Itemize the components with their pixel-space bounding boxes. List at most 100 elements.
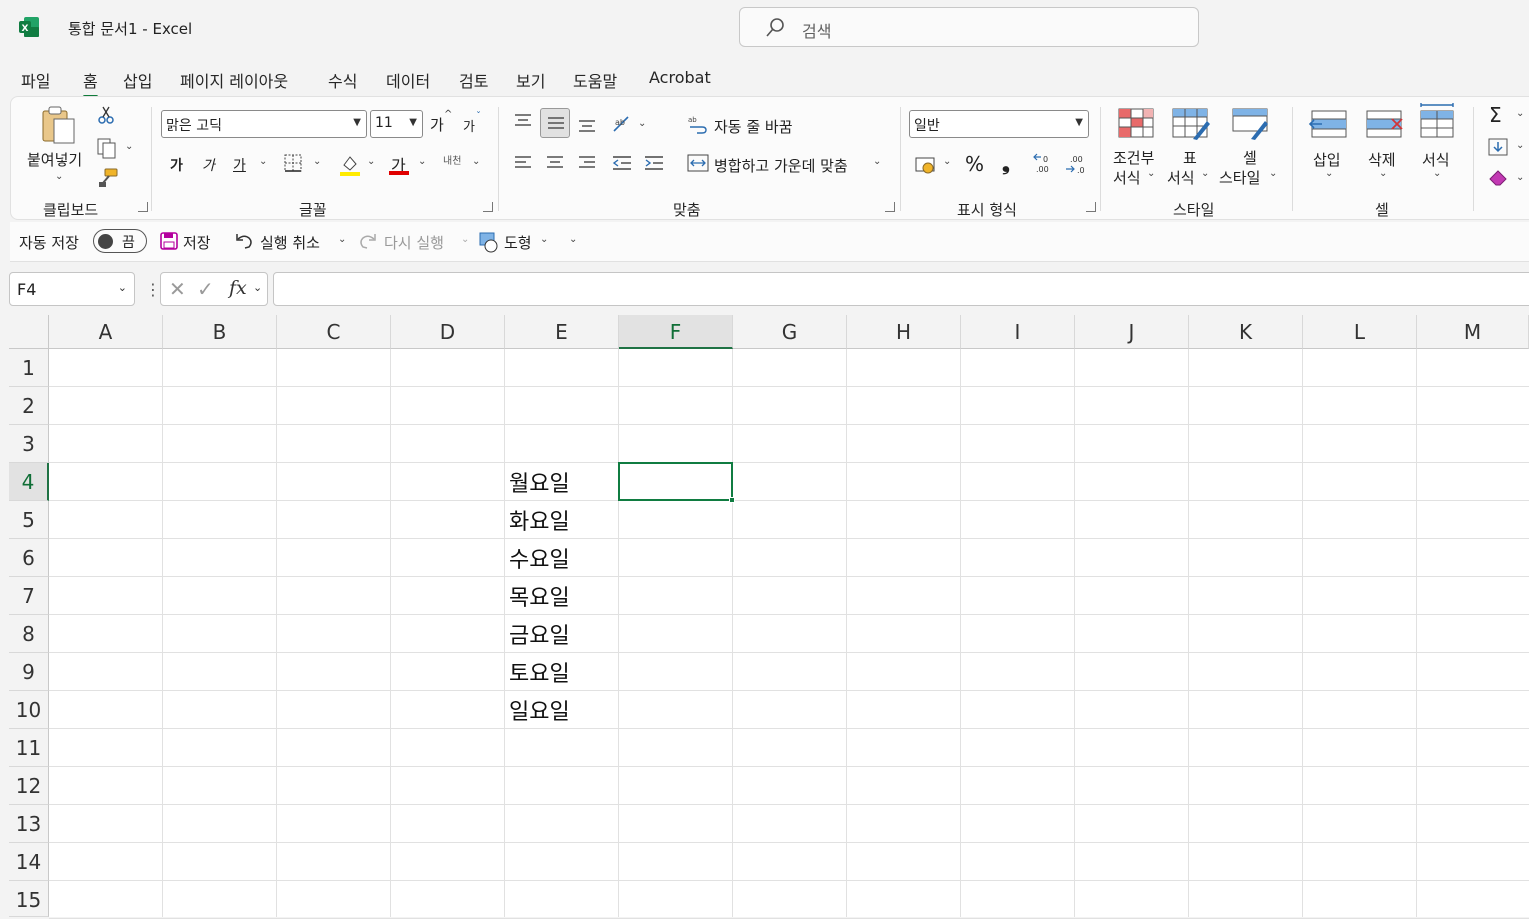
fill-icon[interactable] [1487, 137, 1509, 157]
undo-chevron-icon[interactable]: ⌄ [338, 234, 346, 245]
column-header-e[interactable]: E [505, 315, 619, 349]
save-icon[interactable] [160, 232, 178, 250]
cell-e10[interactable]: 일요일 [509, 694, 570, 726]
fill-color-icon[interactable] [339, 153, 361, 177]
fill-color-chevron-icon[interactable]: ⌄ [367, 156, 375, 167]
format-as-table-label-2[interactable]: 서식 [1167, 167, 1195, 188]
column-header-m[interactable]: M [1417, 315, 1529, 349]
align-right-icon[interactable] [577, 155, 597, 171]
tab-data[interactable]: 데이터 [386, 68, 430, 92]
autosum-chevron-icon[interactable]: ⌄ [1516, 108, 1524, 119]
row-header-4[interactable]: 4 [9, 463, 49, 501]
cell-styles-label-2[interactable]: 스타일 [1219, 167, 1260, 188]
format-cells-button[interactable]: 서식 [1422, 149, 1450, 170]
column-header-l[interactable]: L [1303, 315, 1417, 349]
accounting-format-icon[interactable] [915, 155, 937, 175]
italic-button[interactable]: 가 [202, 155, 215, 175]
tab-review[interactable]: 검토 [459, 68, 488, 92]
insert-cells-icon[interactable] [1308, 109, 1350, 139]
clear-chevron-icon[interactable]: ⌄ [1516, 172, 1524, 183]
font-size-select[interactable]: 11 ▼ [370, 110, 423, 138]
copy-chevron-icon[interactable]: ⌄ [125, 141, 133, 152]
name-box[interactable]: F4 ⌄ [9, 272, 135, 306]
align-middle-button[interactable] [540, 108, 570, 138]
format-chevron-icon[interactable]: ⌄ [1433, 168, 1441, 179]
tab-help[interactable]: 도움말 [573, 68, 617, 92]
paste-button[interactable]: 붙여넣기 [27, 149, 82, 170]
font-launcher-icon[interactable] [483, 202, 493, 212]
row-header-6[interactable]: 6 [9, 539, 49, 577]
align-left-icon[interactable] [513, 155, 533, 171]
column-header-f[interactable]: F [619, 315, 733, 349]
redo-button[interactable]: 다시 실행 [384, 232, 444, 253]
row-header-7[interactable]: 7 [9, 577, 49, 615]
align-top-icon[interactable] [513, 113, 533, 129]
customize-qat-icon[interactable]: ⌄ [569, 234, 577, 245]
orientation-icon[interactable]: ab [611, 113, 633, 135]
cell-e9[interactable]: 토요일 [509, 656, 570, 688]
cancel-icon[interactable]: ✕ [169, 277, 186, 301]
number-launcher-icon[interactable] [1086, 202, 1096, 212]
underline-chevron-icon[interactable]: ⌄ [259, 156, 267, 167]
align-center-icon[interactable] [545, 155, 565, 171]
row-header-2[interactable]: 2 [9, 387, 49, 425]
decrease-font-button[interactable]: 가 [463, 116, 475, 135]
copy-icon[interactable] [96, 137, 118, 159]
borders-icon[interactable] [283, 153, 303, 173]
cell-e7[interactable]: 목요일 [509, 580, 570, 612]
row-header-8[interactable]: 8 [9, 615, 49, 653]
column-header-b[interactable]: B [163, 315, 277, 349]
row-header-11[interactable]: 11 [9, 729, 49, 767]
save-button[interactable]: 저장 [183, 232, 211, 253]
tab-formulas[interactable]: 수식 [328, 68, 357, 92]
clear-icon[interactable] [1487, 167, 1509, 187]
cell-styles-chevron-icon[interactable]: ⌄ [1269, 168, 1277, 179]
autosave-toggle[interactable]: 끔 [93, 229, 147, 253]
redo-chevron-icon[interactable]: ⌄ [461, 234, 469, 245]
phonetic-chevron-icon[interactable]: ⌄ [472, 156, 480, 167]
borders-chevron-icon[interactable]: ⌄ [313, 156, 321, 167]
enter-icon[interactable]: ✓ [197, 277, 214, 301]
insert-chevron-icon[interactable]: ⌄ [1325, 168, 1333, 179]
column-header-i[interactable]: I [961, 315, 1075, 349]
format-painter-icon[interactable] [97, 167, 119, 189]
merge-chevron-icon[interactable]: ⌄ [873, 156, 881, 167]
column-header-h[interactable]: H [847, 315, 961, 349]
format-as-table-icon[interactable] [1171, 107, 1211, 141]
cut-icon[interactable] [97, 105, 115, 125]
increase-decimal-icon[interactable]: 0 .00 [1032, 153, 1056, 175]
merge-center-button[interactable]: 병합하고 가운데 맞춤 [714, 155, 848, 176]
comma-button[interactable]: ❟ [1002, 151, 1010, 175]
tab-insert[interactable]: 삽입 [123, 68, 152, 92]
orientation-chevron-icon[interactable]: ⌄ [638, 118, 646, 129]
undo-icon[interactable] [234, 231, 254, 251]
decrease-decimal-icon[interactable]: .00 .0 [1064, 153, 1088, 175]
paste-icon[interactable] [39, 105, 79, 147]
insert-cells-button[interactable]: 삽입 [1313, 149, 1341, 170]
row-header-12[interactable]: 12 [9, 767, 49, 805]
delete-cells-icon[interactable] [1363, 109, 1405, 139]
cell-e4[interactable]: 월요일 [509, 466, 570, 498]
redo-icon[interactable] [358, 231, 378, 251]
wrap-text-button[interactable]: 자동 줄 바꿈 [714, 116, 793, 137]
percent-button[interactable]: % [965, 152, 984, 176]
active-cell[interactable] [618, 462, 733, 501]
align-bottom-icon[interactable] [577, 117, 597, 133]
column-header-d[interactable]: D [391, 315, 505, 349]
row-header-5[interactable]: 5 [9, 501, 49, 539]
decrease-indent-icon[interactable] [611, 155, 633, 171]
tab-view[interactable]: 보기 [516, 68, 545, 92]
cell-styles-label-1[interactable]: 셀 [1243, 147, 1257, 168]
row-header-9[interactable]: 9 [9, 653, 49, 691]
conditional-formatting-label-1[interactable]: 조건부 [1113, 147, 1154, 168]
tab-home[interactable]: 홈 [83, 68, 98, 98]
cell-styles-icon[interactable] [1231, 107, 1271, 141]
column-header-k[interactable]: K [1189, 315, 1303, 349]
accounting-chevron-icon[interactable]: ⌄ [943, 156, 951, 167]
row-header-15[interactable]: 15 [9, 881, 49, 917]
column-header-g[interactable]: G [733, 315, 847, 349]
row-header-14[interactable]: 14 [9, 843, 49, 881]
merge-center-icon[interactable] [687, 153, 709, 173]
more-options-icon[interactable]: ⋮ [145, 280, 161, 299]
format-as-table-label-1[interactable]: 표 [1183, 147, 1197, 168]
